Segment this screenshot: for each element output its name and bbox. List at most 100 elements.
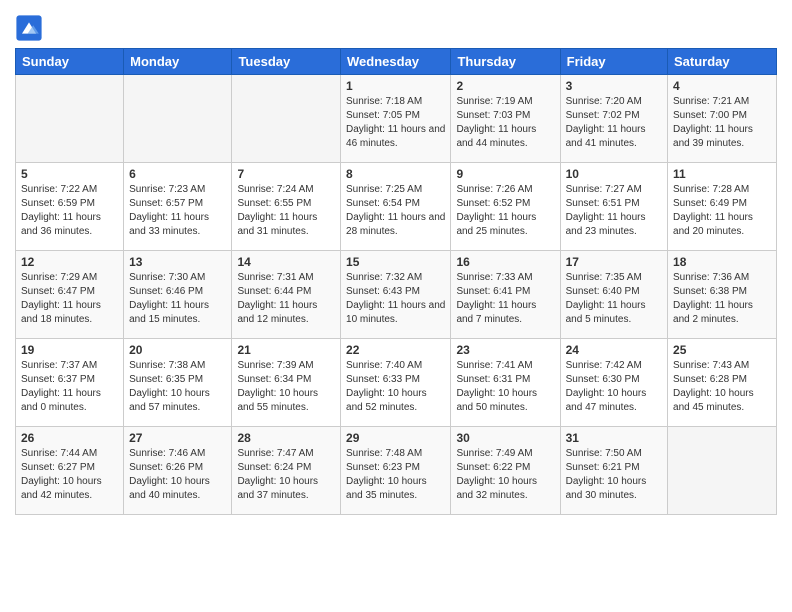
calendar-table: SundayMondayTuesdayWednesdayThursdayFrid… (15, 48, 777, 515)
cell-info: Sunrise: 7:40 AM Sunset: 6:33 PM Dayligh… (346, 359, 445, 415)
day-header-wednesday: Wednesday (341, 49, 451, 75)
calendar-cell (232, 75, 341, 163)
cell-date: 31 (566, 431, 662, 445)
day-header-tuesday: Tuesday (232, 49, 341, 75)
calendar-cell (668, 427, 777, 515)
cell-date: 7 (237, 167, 335, 181)
cell-date: 27 (129, 431, 226, 445)
calendar-cell: 29Sunrise: 7:48 AM Sunset: 6:23 PM Dayli… (341, 427, 451, 515)
calendar-cell: 25 Sunrise: 7:43 AM Sunset: 6:28 PM Dayli… (668, 339, 777, 427)
calendar-cell: 24 Sunrise: 7:42 AM Sunset: 6:30 PM Dayli… (560, 339, 667, 427)
calendar-cell: 12 Sunrise: 7:29 AM Sunset: 6:47 PM Dayli… (16, 251, 124, 339)
calendar-cell (16, 75, 124, 163)
calendar-cell: 28 Sunrise: 7:47 AM Sunset: 6:24 PM Dayli… (232, 427, 341, 515)
cell-date: 30 (456, 431, 554, 445)
calendar-cell: 27 Sunrise: 7:46 AM Sunset: 6:26 PM Dayli… (124, 427, 232, 515)
cell-info: Sunrise: 7:22 AM Sunset: 6:59 PM Dayligh… (21, 183, 118, 239)
cell-info: Sunrise: 7:48 AM Sunset: 6:23 PM Dayligh… (346, 447, 445, 503)
cell-date: 13 (129, 255, 226, 269)
cell-info: Sunrise: 7:44 AM Sunset: 6:27 PM Dayligh… (21, 447, 118, 503)
cell-date: 9 (456, 167, 554, 181)
calendar-cell: 11 Sunrise: 7:28 AM Sunset: 6:49 PM Dayli… (668, 163, 777, 251)
calendar-cell: 16Sunrise: 7:33 AM Sunset: 6:41 PM Dayli… (451, 251, 560, 339)
cell-date: 24 (566, 343, 662, 357)
cell-date: 12 (21, 255, 118, 269)
cell-date: 15 (346, 255, 445, 269)
calendar-cell: 10Sunrise: 7:27 AM Sunset: 6:51 PM Dayli… (560, 163, 667, 251)
week-row-5: 26 Sunrise: 7:44 AM Sunset: 6:27 PM Dayli… (16, 427, 777, 515)
cell-date: 28 (237, 431, 335, 445)
cell-date: 26 (21, 431, 118, 445)
cell-info: Sunrise: 7:27 AM Sunset: 6:51 PM Dayligh… (566, 183, 662, 239)
cell-info: Sunrise: 7:32 AM Sunset: 6:43 PM Dayligh… (346, 271, 445, 327)
calendar-cell: 4 Sunrise: 7:21 AM Sunset: 7:00 PM Daylig… (668, 75, 777, 163)
week-row-4: 19 Sunrise: 7:37 AM Sunset: 6:37 PM Dayli… (16, 339, 777, 427)
calendar-cell: 3 Sunrise: 7:20 AM Sunset: 7:02 PM Daylig… (560, 75, 667, 163)
cell-info: Sunrise: 7:30 AM Sunset: 6:46 PM Dayligh… (129, 271, 226, 327)
calendar-cell: 7 Sunrise: 7:24 AM Sunset: 6:55 PM Daylig… (232, 163, 341, 251)
cell-date: 1 (346, 79, 445, 93)
calendar-cell: 31Sunrise: 7:50 AM Sunset: 6:21 PM Dayli… (560, 427, 667, 515)
calendar-cell: 15 Sunrise: 7:32 AM Sunset: 6:43 PM Dayli… (341, 251, 451, 339)
week-row-2: 5 Sunrise: 7:22 AM Sunset: 6:59 PM Daylig… (16, 163, 777, 251)
day-header-sunday: Sunday (16, 49, 124, 75)
day-header-monday: Monday (124, 49, 232, 75)
cell-date: 17 (566, 255, 662, 269)
cell-info: Sunrise: 7:24 AM Sunset: 6:55 PM Dayligh… (237, 183, 335, 239)
calendar-cell: 13 Sunrise: 7:30 AM Sunset: 6:46 PM Dayli… (124, 251, 232, 339)
cell-date: 14 (237, 255, 335, 269)
cell-info: Sunrise: 7:26 AM Sunset: 6:52 PM Dayligh… (456, 183, 554, 239)
calendar-cell (124, 75, 232, 163)
calendar-cell: 5 Sunrise: 7:22 AM Sunset: 6:59 PM Daylig… (16, 163, 124, 251)
calendar-cell: 9 Sunrise: 7:26 AM Sunset: 6:52 PM Daylig… (451, 163, 560, 251)
calendar-cell: 26 Sunrise: 7:44 AM Sunset: 6:27 PM Dayli… (16, 427, 124, 515)
cell-info: Sunrise: 7:42 AM Sunset: 6:30 PM Dayligh… (566, 359, 662, 415)
day-header-friday: Friday (560, 49, 667, 75)
cell-date: 11 (673, 167, 771, 181)
logo (15, 14, 47, 42)
calendar-cell: 23 Sunrise: 7:41 AM Sunset: 6:31 PM Dayli… (451, 339, 560, 427)
cell-date: 5 (21, 167, 118, 181)
cell-date: 2 (456, 79, 554, 93)
cell-date: 19 (21, 343, 118, 357)
cell-info: Sunrise: 7:47 AM Sunset: 6:24 PM Dayligh… (237, 447, 335, 503)
cell-date: 21 (237, 343, 335, 357)
cell-date: 25 (673, 343, 771, 357)
cell-info: Sunrise: 7:38 AM Sunset: 6:35 PM Dayligh… (129, 359, 226, 415)
cell-info: Sunrise: 7:21 AM Sunset: 7:00 PM Dayligh… (673, 95, 771, 151)
cell-info: Sunrise: 7:41 AM Sunset: 6:31 PM Dayligh… (456, 359, 554, 415)
cell-date: 4 (673, 79, 771, 93)
page-header (15, 10, 777, 42)
calendar-cell: 17 Sunrise: 7:35 AM Sunset: 6:40 PM Dayli… (560, 251, 667, 339)
cell-info: Sunrise: 7:39 AM Sunset: 6:34 PM Dayligh… (237, 359, 335, 415)
cell-info: Sunrise: 7:18 AM Sunset: 7:05 PM Dayligh… (346, 95, 445, 151)
cell-info: Sunrise: 7:20 AM Sunset: 7:02 PM Dayligh… (566, 95, 662, 151)
week-row-1: 1 Sunrise: 7:18 AM Sunset: 7:05 PM Daylig… (16, 75, 777, 163)
calendar-cell: 21 Sunrise: 7:39 AM Sunset: 6:34 PM Dayli… (232, 339, 341, 427)
cell-info: Sunrise: 7:35 AM Sunset: 6:40 PM Dayligh… (566, 271, 662, 327)
cell-info: Sunrise: 7:29 AM Sunset: 6:47 PM Dayligh… (21, 271, 118, 327)
cell-date: 3 (566, 79, 662, 93)
cell-info: Sunrise: 7:43 AM Sunset: 6:28 PM Dayligh… (673, 359, 771, 415)
cell-date: 6 (129, 167, 226, 181)
cell-info: Sunrise: 7:33 AM Sunset: 6:41 PM Dayligh… (456, 271, 554, 327)
cell-info: Sunrise: 7:28 AM Sunset: 6:49 PM Dayligh… (673, 183, 771, 239)
cell-date: 22 (346, 343, 445, 357)
cell-info: Sunrise: 7:37 AM Sunset: 6:37 PM Dayligh… (21, 359, 118, 415)
calendar-cell: 19 Sunrise: 7:37 AM Sunset: 6:37 PM Dayli… (16, 339, 124, 427)
cell-info: Sunrise: 7:46 AM Sunset: 6:26 PM Dayligh… (129, 447, 226, 503)
cell-info: Sunrise: 7:23 AM Sunset: 6:57 PM Dayligh… (129, 183, 226, 239)
logo-icon (15, 14, 43, 42)
calendar-cell: 22 Sunrise: 7:40 AM Sunset: 6:33 PM Dayli… (341, 339, 451, 427)
cell-date: 23 (456, 343, 554, 357)
day-header-thursday: Thursday (451, 49, 560, 75)
calendar-cell: 2Sunrise: 7:19 AM Sunset: 7:03 PM Daylig… (451, 75, 560, 163)
cell-date: 18 (673, 255, 771, 269)
week-row-3: 12 Sunrise: 7:29 AM Sunset: 6:47 PM Dayli… (16, 251, 777, 339)
cell-date: 8 (346, 167, 445, 181)
calendar-cell: 1 Sunrise: 7:18 AM Sunset: 7:05 PM Daylig… (341, 75, 451, 163)
cell-info: Sunrise: 7:49 AM Sunset: 6:22 PM Dayligh… (456, 447, 554, 503)
calendar-cell: 8 Sunrise: 7:25 AM Sunset: 6:54 PM Daylig… (341, 163, 451, 251)
calendar-cell: 14Sunrise: 7:31 AM Sunset: 6:44 PM Dayli… (232, 251, 341, 339)
cell-info: Sunrise: 7:25 AM Sunset: 6:54 PM Dayligh… (346, 183, 445, 239)
